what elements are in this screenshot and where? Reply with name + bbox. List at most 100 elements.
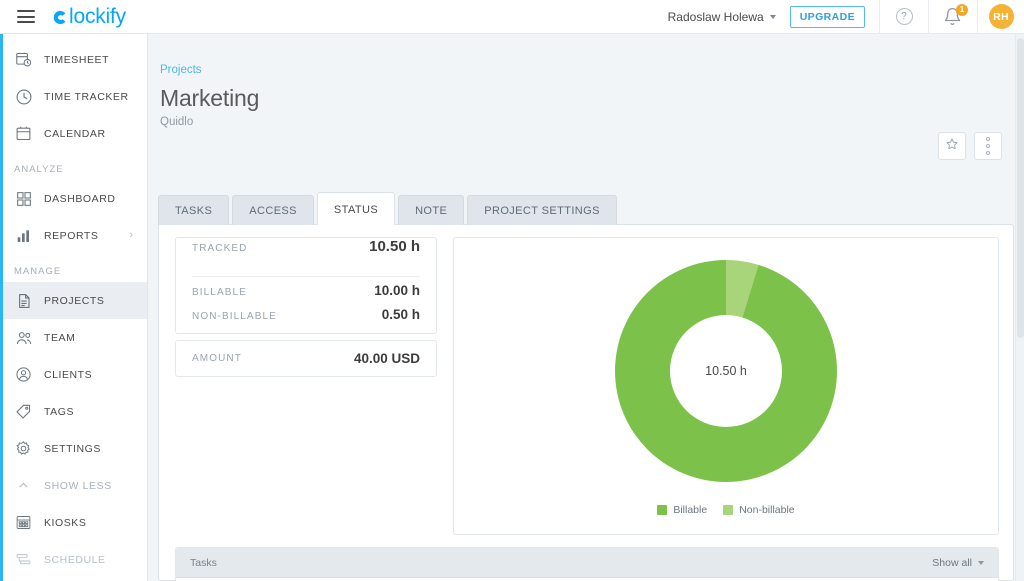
stat-row-tracked: TRACKED 10.50 h	[176, 238, 436, 276]
project-client-name: Quidlo	[148, 112, 1024, 128]
billable-value: 10.00 h	[374, 283, 420, 298]
sidebar-item-label: SETTINGS	[44, 443, 101, 455]
sidebar-item-label: PROJECTS	[44, 295, 104, 307]
sidebar-item-kiosks[interactable]: KIOSKS	[0, 504, 147, 541]
status-panel: TRACKED 10.50 h BILLABLE 10.00 h NON-BIL…	[158, 224, 1014, 581]
tag-icon	[14, 402, 33, 421]
notification-bell-icon: 1	[943, 7, 963, 27]
donut-center-label: 10.50 h	[705, 364, 747, 378]
project-tabs: TASKS ACCESS STATUS NOTE PROJECT SETTING…	[158, 192, 617, 225]
show-all-dropdown[interactable]: Show all	[932, 557, 984, 569]
tab-project-settings[interactable]: PROJECT SETTINGS	[467, 195, 617, 225]
avatar[interactable]: RH	[978, 0, 1024, 34]
billable-label: BILLABLE	[192, 287, 247, 298]
upgrade-button[interactable]: UPGRADE	[790, 6, 865, 28]
breadcrumb: Projects	[148, 34, 1024, 78]
user-name-label: Radoslaw Holewa	[668, 10, 764, 24]
billable-breakdown-chart-card: 10.50 h Billable Non-billable	[453, 237, 999, 535]
help-button[interactable]: ?	[880, 0, 928, 34]
chevron-right-icon: ›	[129, 230, 133, 241]
sidebar-item-dashboard[interactable]: DASHBOARD	[0, 180, 147, 217]
tracked-label: TRACKED	[192, 243, 247, 254]
sidebar-item-label: TIME TRACKER	[44, 91, 129, 103]
nonbillable-value: 0.50 h	[382, 307, 420, 322]
amount-card: AMOUNT 40.00 USD	[175, 340, 437, 377]
sidebar-item-schedule[interactable]: SCHEDULE	[0, 541, 147, 578]
tasks-table: Tasks Show all NAME ▲▼ ASSIGNEES TRACKED…	[175, 547, 999, 581]
chevron-down-icon	[978, 561, 984, 565]
nonbillable-label: NON-BILLABLE	[192, 311, 277, 322]
tab-status[interactable]: STATUS	[317, 192, 395, 225]
hamburger-icon[interactable]	[17, 10, 35, 23]
amount-label: AMOUNT	[192, 353, 242, 364]
page-title: Marketing	[148, 78, 1024, 112]
more-vertical-icon	[986, 137, 990, 155]
brand-text: lockify	[69, 6, 126, 27]
kiosk-grid-icon	[14, 513, 33, 532]
stat-row-billable: BILLABLE 10.00 h	[176, 277, 436, 307]
show-all-label: Show all	[932, 557, 972, 569]
document-icon	[14, 291, 33, 310]
legend-label-billable: Billable	[673, 504, 707, 516]
sidebar-item-label: SCHEDULE	[44, 554, 106, 566]
clockify-logo-icon	[53, 10, 68, 25]
user-menu[interactable]: Radoslaw Holewa	[668, 10, 790, 24]
tasks-table-header: Tasks Show all	[176, 548, 998, 578]
sidebar-item-label: CLIENTS	[44, 369, 92, 381]
summary-stats-card: TRACKED 10.50 h BILLABLE 10.00 h NON-BIL…	[175, 237, 437, 334]
main-content: Projects Marketing Quidlo TASKS ACCESS S…	[148, 34, 1024, 581]
amount-value: 40.00 USD	[354, 351, 420, 366]
chevron-up-icon	[14, 476, 33, 495]
sidebar-item-label: REPORTS	[44, 230, 98, 242]
stat-row-nonbillable: NON-BILLABLE 0.50 h	[176, 307, 436, 333]
sidebar-item-label: CALENDAR	[44, 128, 106, 140]
timesheet-icon	[14, 50, 33, 69]
schedule-icon	[14, 550, 33, 569]
legend-item-billable[interactable]: Billable	[657, 504, 707, 516]
sidebar-item-label: TIMESHEET	[44, 54, 109, 66]
sidebar-item-tags[interactable]: TAGS	[0, 393, 147, 430]
clock-icon	[14, 87, 33, 106]
project-header-actions	[938, 132, 1002, 160]
legend-item-nonbillable[interactable]: Non-billable	[723, 504, 794, 516]
sidebar-item-settings[interactable]: SETTINGS	[0, 430, 147, 467]
clockify-logo[interactable]: lockify	[53, 6, 126, 27]
sidebar-item-reports[interactable]: REPORTS ›	[0, 217, 147, 254]
gear-icon	[14, 439, 33, 458]
sidebar-item-label: TAGS	[44, 406, 74, 418]
more-options-button[interactable]	[974, 132, 1002, 160]
tracked-value: 10.50 h	[369, 238, 420, 255]
sidebar-section-analyze: ANALYZE	[0, 152, 147, 180]
star-outline-icon	[945, 137, 959, 156]
legend-swatch-billable	[657, 505, 667, 515]
sidebar-show-less[interactable]: SHOW LESS	[0, 467, 147, 504]
chevron-down-icon	[770, 15, 776, 19]
donut-chart[interactable]: 10.50 h	[615, 260, 837, 482]
sidebar-item-timesheet[interactable]: TIMESHEET	[0, 41, 147, 78]
favorite-button[interactable]	[938, 132, 966, 160]
sidebar-item-calendar[interactable]: CALENDAR	[0, 115, 147, 152]
page-scrollbar[interactable]	[1015, 34, 1024, 581]
sidebar-item-label: TEAM	[44, 332, 75, 344]
sidebar-section-manage: MANAGE	[0, 254, 147, 282]
legend-label-nonbillable: Non-billable	[739, 504, 794, 516]
tab-tasks[interactable]: TASKS	[158, 195, 229, 225]
breadcrumb-projects-link[interactable]: Projects	[148, 34, 202, 76]
sidebar-item-projects[interactable]: PROJECTS	[0, 282, 147, 319]
donut-center: 10.50 h	[670, 315, 782, 427]
tab-note[interactable]: NOTE	[398, 195, 464, 225]
sidebar-item-time-tracker[interactable]: TIME TRACKER	[0, 78, 147, 115]
person-circle-icon	[14, 365, 33, 384]
sidebar-item-team[interactable]: TEAM	[0, 319, 147, 356]
team-icon	[14, 328, 33, 347]
notification-badge: 1	[956, 4, 968, 16]
top-bar: lockify Radoslaw Holewa UPGRADE ? 1 RH	[0, 0, 1024, 34]
notifications-button[interactable]: 1	[929, 0, 977, 34]
chart-legend: Billable Non-billable	[454, 504, 998, 516]
sidebar-item-clients[interactable]: CLIENTS	[0, 356, 147, 393]
calendar-icon	[14, 124, 33, 143]
sidebar-item-label: DASHBOARD	[44, 193, 115, 205]
scrollbar-thumb[interactable]	[1017, 38, 1024, 338]
dashboard-grid-icon	[14, 189, 33, 208]
tab-access[interactable]: ACCESS	[232, 195, 314, 225]
